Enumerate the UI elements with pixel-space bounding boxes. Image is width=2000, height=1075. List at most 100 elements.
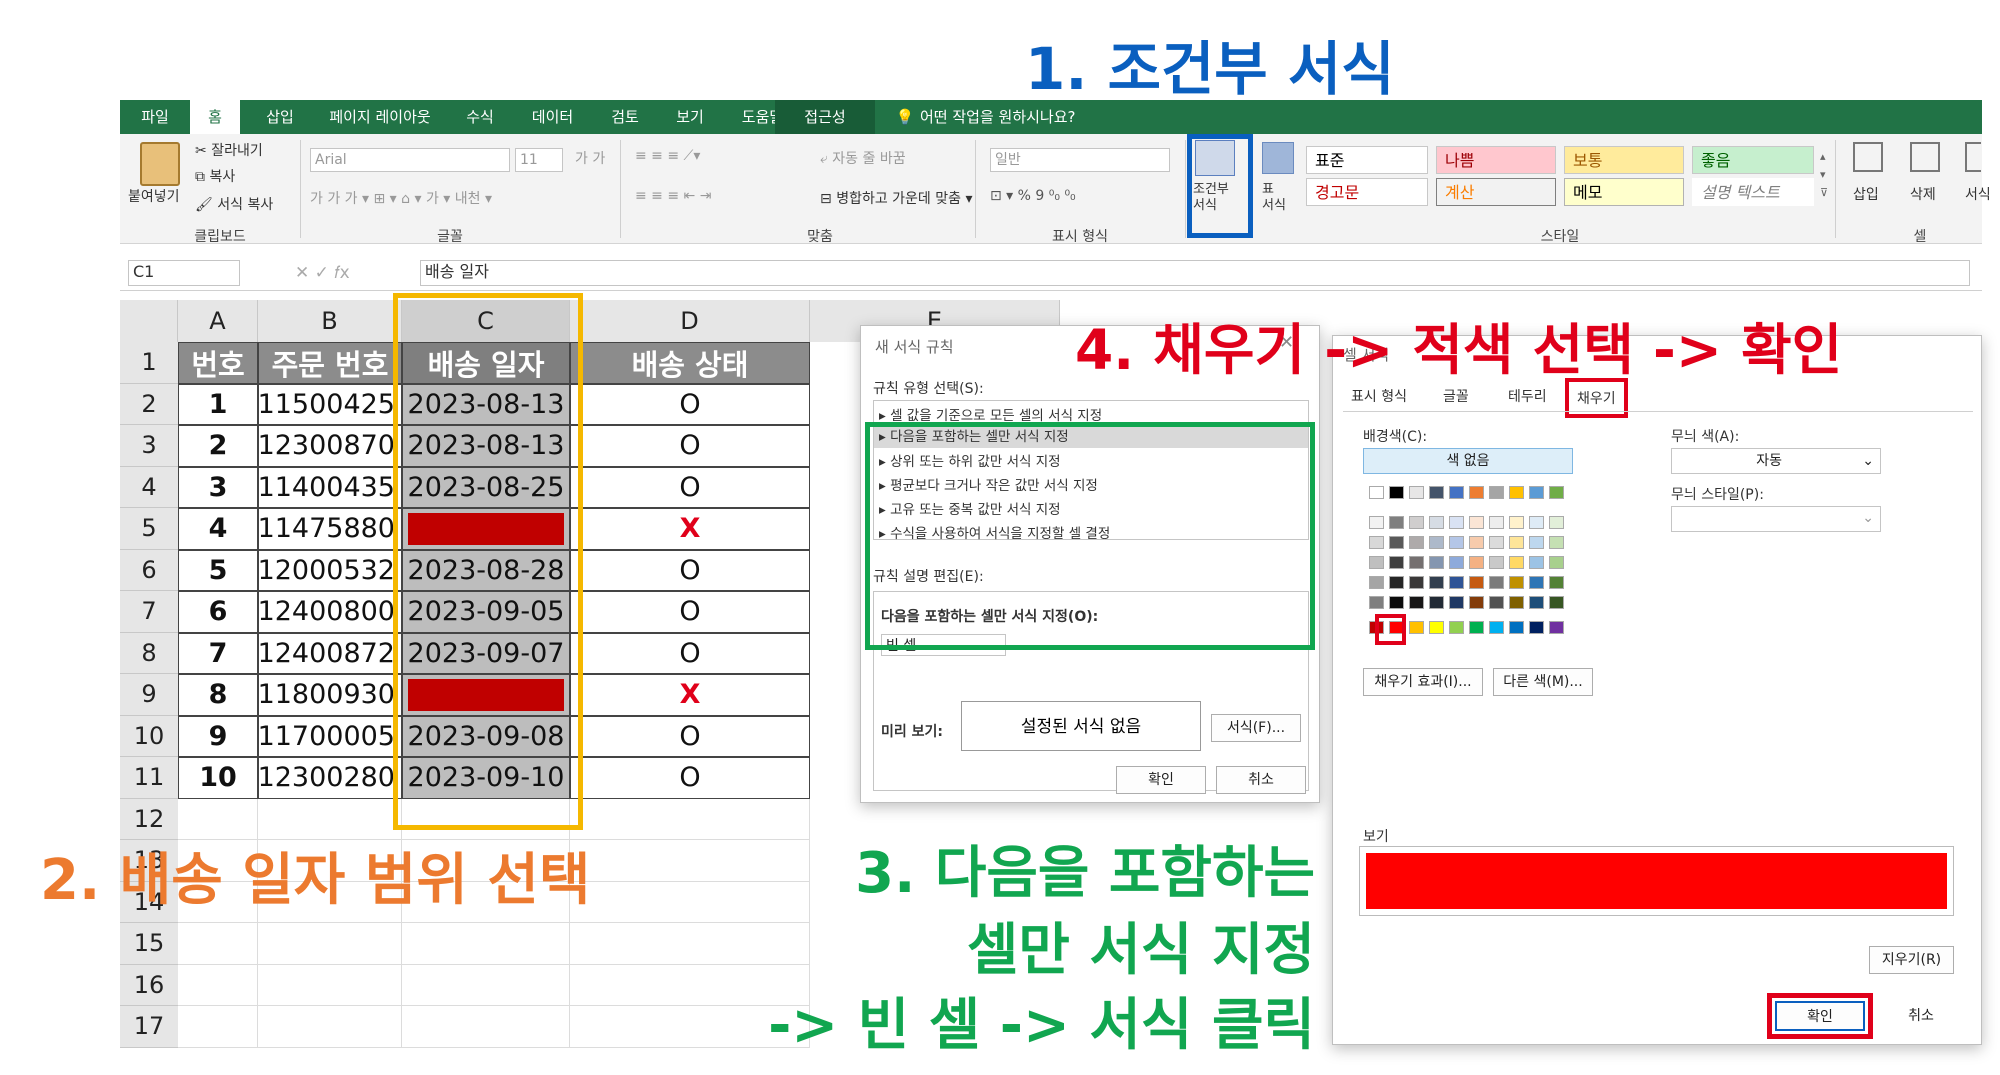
row-header[interactable]: 8 xyxy=(120,632,178,674)
table-cell[interactable]: 8 xyxy=(178,674,258,716)
empty-cell[interactable] xyxy=(570,923,810,965)
color-swatch[interactable] xyxy=(1509,621,1524,634)
pattern-style-select[interactable]: ⌄ xyxy=(1671,506,1881,532)
font-style-icons[interactable]: 가 가 가 ▾ ⊞ ▾ ⌂ ▾ 가 ▾ 내천 ▾ xyxy=(310,188,492,208)
fill-effects-button[interactable]: 채우기 효과(I)... xyxy=(1363,668,1483,696)
tab-formulas[interactable]: 수식 xyxy=(450,100,510,134)
column-header-d[interactable]: D xyxy=(570,300,810,342)
color-swatch[interactable] xyxy=(1489,596,1504,609)
number-format-box[interactable]: 일반 xyxy=(990,148,1170,172)
table-cell[interactable]: O xyxy=(570,383,810,425)
style-bad[interactable]: 나쁨 xyxy=(1436,146,1556,174)
table-cell[interactable]: 1 xyxy=(178,383,258,425)
color-swatch[interactable] xyxy=(1449,596,1464,609)
font-grow-icon[interactable]: 가 가 xyxy=(575,148,605,168)
table-cell[interactable]: 12300870 xyxy=(258,425,402,467)
align-bottom-icons[interactable]: ≡ ≡ ≡ ⇤ ⇥ xyxy=(635,188,711,204)
table-cell[interactable]: O xyxy=(570,632,810,674)
empty-cell[interactable] xyxy=(402,964,570,1006)
color-swatch[interactable] xyxy=(1529,556,1544,569)
font-name-box[interactable]: Arial xyxy=(310,148,510,172)
table-cell[interactable]: 5 xyxy=(178,549,258,591)
delete-cells-icon[interactable] xyxy=(1910,142,1940,172)
style-neutral[interactable]: 보통 xyxy=(1564,146,1684,174)
table-cell[interactable]: O xyxy=(570,425,810,467)
table-cell[interactable]: O xyxy=(570,715,810,757)
style-good[interactable]: 좋음 xyxy=(1692,146,1814,174)
color-swatch[interactable] xyxy=(1449,576,1464,589)
row-header[interactable]: 11 xyxy=(120,757,178,799)
color-swatch[interactable] xyxy=(1489,576,1504,589)
table-cell[interactable]: 3 xyxy=(178,466,258,508)
rule-type-item-cell-value[interactable]: ▸ 셀 값을 기준으로 모든 셀의 서식 지정 xyxy=(879,404,1102,424)
tab-font[interactable]: 글꼴 xyxy=(1443,386,1469,406)
tab-home[interactable]: 홈 xyxy=(190,100,240,134)
table-cell[interactable]: 10 xyxy=(178,757,258,799)
merge-center-button[interactable]: ⊟ 병합하고 가운데 맞춤 ▾ xyxy=(820,188,973,208)
insert-cells-icon[interactable] xyxy=(1853,142,1883,172)
row-header[interactable]: 12 xyxy=(120,798,178,840)
style-note[interactable]: 메모 xyxy=(1564,178,1684,206)
color-swatch[interactable] xyxy=(1409,621,1424,634)
wrap-text-button[interactable]: ⤶ 자동 줄 바꿈 xyxy=(820,148,906,168)
table-cell[interactable]: 11800930 xyxy=(258,674,402,716)
color-swatch[interactable] xyxy=(1409,556,1424,569)
font-size-box[interactable]: 11 xyxy=(515,148,563,172)
color-swatch[interactable] xyxy=(1549,556,1564,569)
table-cell[interactable]: X xyxy=(570,674,810,716)
align-top-icons[interactable]: ≡ ≡ ≡ ⟋▾ xyxy=(635,148,700,164)
empty-cell[interactable] xyxy=(402,923,570,965)
color-swatch[interactable] xyxy=(1389,596,1404,609)
color-swatch[interactable] xyxy=(1509,536,1524,549)
color-swatch[interactable] xyxy=(1549,536,1564,549)
color-swatch[interactable] xyxy=(1449,486,1464,499)
empty-cell[interactable] xyxy=(258,798,402,840)
color-swatch[interactable] xyxy=(1509,556,1524,569)
color-swatch[interactable] xyxy=(1469,621,1484,634)
table-cell[interactable]: O xyxy=(570,757,810,799)
color-swatch[interactable] xyxy=(1449,516,1464,529)
table-cell[interactable]: 12300280 xyxy=(258,757,402,799)
color-swatch[interactable] xyxy=(1409,596,1424,609)
row-header[interactable]: 5 xyxy=(120,508,178,550)
color-swatch[interactable] xyxy=(1449,556,1464,569)
tab-page-layout[interactable]: 페이지 레이아웃 xyxy=(315,100,445,134)
color-swatch[interactable] xyxy=(1409,486,1424,499)
color-swatch[interactable] xyxy=(1429,536,1444,549)
format-cells-button[interactable]: 서식 xyxy=(1965,184,1991,204)
tab-insert[interactable]: 삽입 xyxy=(250,100,310,134)
color-swatch[interactable] xyxy=(1409,536,1424,549)
empty-cell[interactable] xyxy=(570,798,810,840)
tab-data[interactable]: 데이터 xyxy=(515,100,590,134)
column-header-b[interactable]: B xyxy=(258,300,402,342)
table-cell[interactable]: 9 xyxy=(178,715,258,757)
color-swatch[interactable] xyxy=(1389,576,1404,589)
empty-cell[interactable] xyxy=(178,798,258,840)
table-cell[interactable]: 12400800 xyxy=(258,591,402,633)
row-header[interactable]: 1 xyxy=(120,342,178,384)
table-cell[interactable]: 4 xyxy=(178,508,258,550)
color-swatch[interactable] xyxy=(1549,621,1564,634)
color-swatch[interactable] xyxy=(1409,516,1424,529)
color-swatch[interactable] xyxy=(1549,596,1564,609)
color-swatch[interactable] xyxy=(1389,556,1404,569)
color-swatch[interactable] xyxy=(1369,576,1384,589)
table-cell[interactable]: O xyxy=(570,591,810,633)
table-format-button[interactable]: 표 서식 xyxy=(1262,182,1286,214)
cut-button[interactable]: ✂ 잘라내기 xyxy=(195,140,263,160)
more-colors-button[interactable]: 다른 색(M)... xyxy=(1493,668,1593,696)
color-swatch[interactable] xyxy=(1429,486,1444,499)
table-header-cell[interactable]: 번호 xyxy=(178,342,258,384)
color-swatch[interactable] xyxy=(1529,596,1544,609)
row-header[interactable]: 10 xyxy=(120,715,178,757)
empty-cell[interactable] xyxy=(402,1006,570,1048)
clear-button[interactable]: 지우기(R) xyxy=(1869,946,1954,974)
color-swatch[interactable] xyxy=(1469,596,1484,609)
table-cell[interactable]: X xyxy=(570,508,810,550)
paste-icon[interactable] xyxy=(140,142,180,186)
table-cell[interactable]: O xyxy=(570,466,810,508)
color-swatch[interactable] xyxy=(1469,486,1484,499)
table-cell[interactable]: 7 xyxy=(178,632,258,674)
row-header[interactable]: 6 xyxy=(120,549,178,591)
color-swatch[interactable] xyxy=(1389,486,1404,499)
